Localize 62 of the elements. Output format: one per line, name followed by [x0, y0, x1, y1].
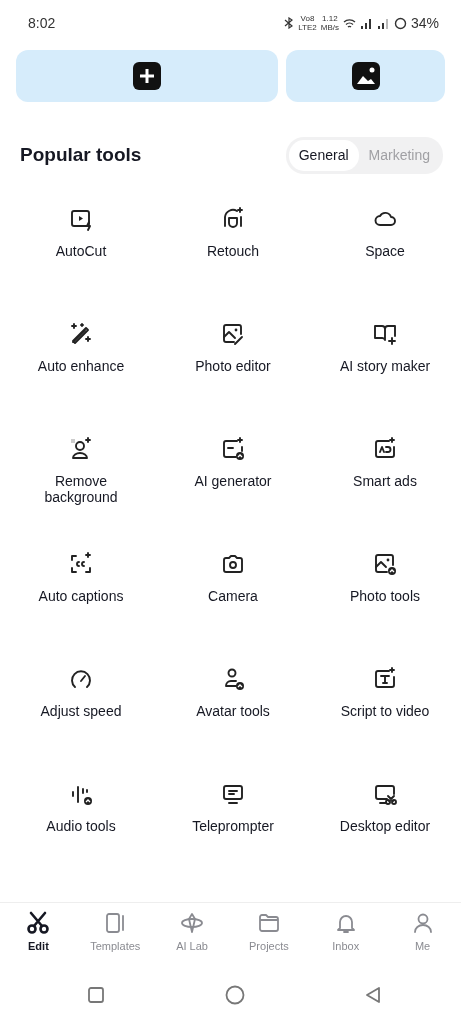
nav-tab[interactable]: AI Lab — [153, 911, 231, 964]
tool-tile[interactable]: AI generator — [157, 437, 309, 552]
tab[interactable]: General — [288, 139, 359, 171]
tool-tile[interactable]: Script to video — [309, 667, 461, 782]
tool-tile[interactable]: Avatar tools — [157, 667, 309, 782]
tool-tile[interactable]: Smart ads — [309, 437, 461, 552]
tool-tile[interactable]: Teleprompter — [157, 782, 309, 897]
nav-tab[interactable]: Projects — [230, 911, 308, 964]
new-project-button[interactable] — [16, 50, 279, 102]
tool-tile[interactable]: Camera — [157, 552, 309, 667]
recent-apps-button[interactable] — [88, 987, 104, 1003]
monitor-scissors-icon — [373, 782, 397, 806]
tool-tile[interactable]: Audio tools — [5, 782, 157, 897]
tool-tile[interactable]: Auto enhance — [5, 322, 157, 437]
captions-icon — [69, 552, 93, 576]
image-icon — [373, 552, 397, 576]
tool-tile[interactable]: Photo tools — [309, 552, 461, 667]
book-icon — [373, 322, 397, 346]
nav-tab[interactable]: Me — [384, 911, 461, 964]
bluetooth-icon — [284, 17, 295, 29]
home-button[interactable] — [224, 985, 245, 1005]
image-edit-icon — [221, 322, 245, 346]
face-frame-icon — [221, 207, 245, 231]
camera-icon — [221, 552, 245, 576]
battery-percent: 34% — [410, 13, 439, 33]
back-button[interactable] — [365, 986, 381, 1004]
tool-tile[interactable]: AI story maker — [309, 322, 461, 437]
nav-tab[interactable]: Edit — [0, 911, 77, 964]
wifi-icon — [342, 17, 356, 29]
signal-icon — [359, 17, 373, 29]
magic-wand-icon — [69, 322, 93, 346]
text-frame-icon — [373, 667, 397, 691]
orbit-icon — [180, 911, 205, 935]
section-title: Popular tools — [20, 143, 142, 167]
signal-icon — [376, 17, 390, 29]
battery-ring-icon — [393, 16, 407, 30]
tool-tile[interactable]: Desktop editor — [309, 782, 461, 897]
tool-tile[interactable]: Space — [309, 207, 461, 322]
folder-icon — [256, 911, 281, 935]
nav-tab[interactable]: Templates — [76, 911, 154, 964]
network-type: Vo8 — [299, 14, 316, 23]
scissors-icon — [26, 911, 51, 935]
photo-button[interactable] — [286, 50, 445, 102]
nav-tab[interactable]: Inbox — [307, 911, 385, 964]
person-sparkle-icon — [69, 437, 93, 461]
speedometer-icon — [69, 667, 93, 691]
tool-tile[interactable]: Remove background — [5, 437, 157, 552]
network-type: LTE2 — [298, 23, 317, 32]
tool-tile[interactable]: AutoCut — [5, 207, 157, 322]
data-speed: 1.12 — [321, 14, 339, 23]
data-speed-unit: MB/s — [320, 23, 339, 32]
monitor-icon — [221, 782, 245, 806]
tool-tile[interactable]: Auto captions — [5, 552, 157, 667]
tool-tile[interactable]: Adjust speed — [5, 667, 157, 782]
image-icon — [351, 62, 380, 90]
ad-frame-icon — [373, 437, 397, 461]
tool-tile[interactable]: Retouch — [157, 207, 309, 322]
tool-tile[interactable]: Photo editor — [157, 322, 309, 437]
image-sparkle-icon — [221, 437, 245, 461]
plus-icon — [133, 62, 161, 90]
video-play-icon — [69, 207, 93, 231]
clock-time: 8:02 — [28, 13, 56, 33]
